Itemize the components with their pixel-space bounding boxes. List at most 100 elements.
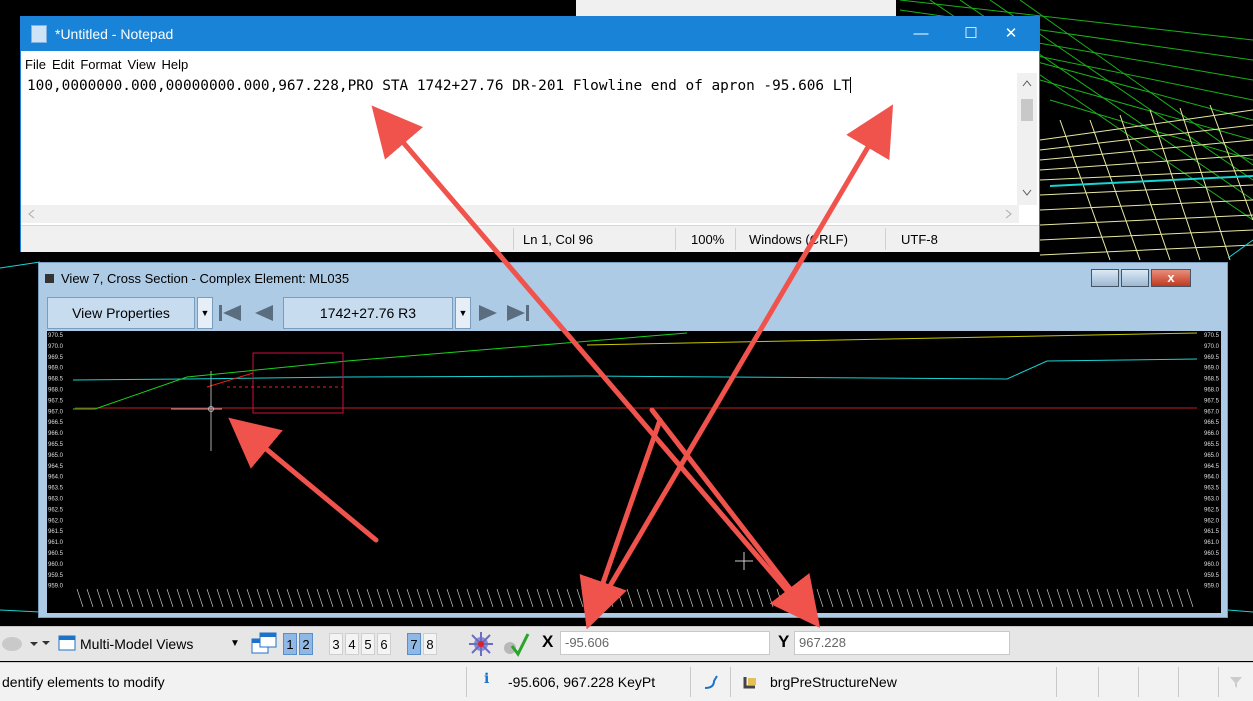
menu-edit[interactable]: Edit (52, 57, 74, 72)
view-close-button[interactable]: x (1151, 269, 1191, 287)
y-axis-label-left: 962.0 (48, 518, 64, 524)
view7-title: View 7, Cross Section - Complex Element:… (61, 271, 350, 286)
line-tool-icon[interactable] (702, 673, 720, 691)
cursor-position: Ln 1, Col 96 (523, 232, 594, 247)
view-toolbar-bar: Multi-Model Views ▼ 1 2 3 4 5 6 7 8 X -9… (0, 626, 1253, 661)
notepad-window[interactable]: *Untitled - Notepad — ☐ ✕ File Edit Format… (20, 16, 1040, 252)
y-axis-label-left: 966.5 (48, 420, 64, 426)
vertical-scrollbar[interactable] (1017, 73, 1037, 205)
x-coordinate-field[interactable]: -95.606 (560, 631, 770, 655)
notepad-icon (31, 25, 47, 43)
multi-view-icon (58, 635, 76, 651)
multi-model-label: Multi-Model Views (80, 636, 194, 652)
chevron-down-icon[interactable]: ▼ (197, 297, 213, 329)
prev-icon[interactable] (253, 303, 275, 323)
y-axis-label-left: 967.0 (48, 409, 64, 415)
info-icon[interactable]: i (484, 671, 489, 687)
menu-format[interactable]: Format (80, 57, 121, 72)
y-axis-label-left: 964.5 (48, 464, 64, 470)
y-axis-label-left: 968.0 (48, 388, 64, 394)
y-axis-label-left: 968.5 (48, 377, 64, 383)
chevron-down-icon[interactable] (40, 636, 52, 650)
y-axis-label-left: 960.0 (48, 562, 64, 568)
y-axis-label-right: 967.5 (1204, 398, 1220, 404)
notepad-title: *Untitled - Notepad (55, 26, 174, 42)
menu-view[interactable]: View (128, 57, 156, 72)
y-axis-label-left: 961.5 (48, 529, 64, 535)
filter-icon[interactable] (1228, 674, 1244, 690)
chevron-down-icon[interactable]: ▼ (230, 632, 240, 656)
y-axis-label-left: 965.5 (48, 442, 64, 448)
y-axis-label-right: 967.0 (1204, 409, 1220, 415)
snap-icon[interactable] (466, 630, 496, 658)
y-axis-label-right: 965.5 (1204, 442, 1220, 448)
y-axis-label-right: 966.0 (1204, 431, 1220, 437)
y-axis-label-right: 965.0 (1204, 453, 1220, 459)
minimize-button[interactable]: — (901, 23, 941, 45)
y-axis-label-left: 965.0 (48, 453, 64, 459)
y-axis-label-left: 959.5 (48, 573, 64, 579)
scroll-left-icon[interactable] (27, 209, 35, 219)
vertical-scroll-thumb[interactable] (1021, 99, 1033, 121)
notepad-text-area[interactable]: 100,0000000.000,00000000.000,967.228,PRO… (27, 77, 852, 94)
last-icon[interactable] (505, 303, 531, 323)
view-1-button[interactable]: 1 (283, 633, 297, 655)
first-icon[interactable] (217, 303, 243, 323)
y-axis-label-left: 960.5 (48, 551, 64, 557)
scroll-up-icon[interactable] (1022, 79, 1032, 87)
view-8-button[interactable]: 8 (423, 633, 437, 655)
view-2-button[interactable]: 2 (299, 633, 313, 655)
y-axis-label-right: 960.0 (1204, 562, 1220, 568)
close-button[interactable]: ✕ (991, 23, 1031, 45)
view-5-button[interactable]: 5 (361, 633, 375, 655)
menu-file[interactable]: File (25, 57, 46, 72)
level-icon[interactable] (742, 674, 758, 690)
station-field[interactable]: 1742+27.76 R3 (283, 297, 453, 329)
cross-section-canvas[interactable]: 970.5 970.0 969.5 969.0 968.5 968.0 967.5 967.0… (47, 331, 1221, 613)
view7-window[interactable]: View 7, Cross Section - Complex Element:… (38, 262, 1228, 618)
y-axis-label-left: 963.5 (48, 486, 64, 492)
view-toolbar: View Properties ▼ 1742+27.76 R3 ▼ (47, 297, 529, 329)
maximize-button[interactable]: ☐ (951, 23, 991, 45)
view-maximize-button[interactable] (1121, 269, 1149, 287)
y-axis-label-left: 959.0 (48, 584, 64, 590)
multi-model-views-dropdown[interactable]: Multi-Model Views ▼ (58, 632, 240, 656)
y-axis-label-right: 963.5 (1204, 486, 1220, 492)
y-axis-label-right: 962.0 (1204, 518, 1220, 524)
status-bar: dentify elements to modify i -95.606, 96… (0, 662, 1253, 701)
accudraw-icon[interactable] (500, 630, 530, 658)
y-axis-label-right: 970.5 (1204, 333, 1220, 339)
scroll-down-icon[interactable] (1022, 189, 1032, 197)
view-groups-icon[interactable] (250, 631, 278, 657)
x-label: X (542, 632, 554, 651)
active-level[interactable]: brgPreStructureNew (770, 674, 897, 690)
y-axis-label-left: 966.0 (48, 431, 64, 437)
y-axis-label-right: 969.0 (1204, 366, 1220, 372)
zoom-level: 100% (691, 232, 725, 247)
view-7-button[interactable]: 7 (407, 633, 421, 655)
y-axis-label-right: 964.0 (1204, 475, 1220, 481)
view-3-button[interactable]: 3 (329, 633, 343, 655)
line-ending: Windows (CRLF) (749, 232, 848, 247)
y-axis-label-left: 961.0 (48, 540, 64, 546)
y-axis-label-right: 970.0 (1204, 344, 1220, 350)
y-coordinate-field[interactable]: 967.228 (794, 631, 1010, 655)
view-4-button[interactable]: 4 (345, 633, 359, 655)
toggle-icon[interactable] (2, 636, 42, 652)
y-axis-label-left: 962.5 (48, 507, 64, 513)
view-6-button[interactable]: 6 (377, 633, 391, 655)
y-axis-label-right: 962.5 (1204, 507, 1220, 513)
view-minimize-button[interactable] (1091, 269, 1119, 287)
horizontal-scrollbar[interactable] (21, 205, 1019, 223)
station-dropdown-icon[interactable]: ▼ (455, 297, 471, 329)
view-properties-button[interactable]: View Properties (47, 297, 195, 329)
text-caret (850, 77, 852, 93)
view-icon (45, 274, 54, 283)
y-axis-label-left: 963.0 (48, 497, 64, 503)
menu-help[interactable]: Help (161, 57, 188, 72)
y-axis-label-right: 969.5 (1204, 355, 1220, 361)
next-icon[interactable] (477, 303, 499, 323)
notepad-title-bar[interactable]: *Untitled - Notepad — ☐ ✕ (21, 17, 1039, 51)
keypoint-readout: -95.606, 967.228 KeyPt (508, 674, 656, 690)
scroll-right-icon[interactable] (1005, 209, 1013, 219)
